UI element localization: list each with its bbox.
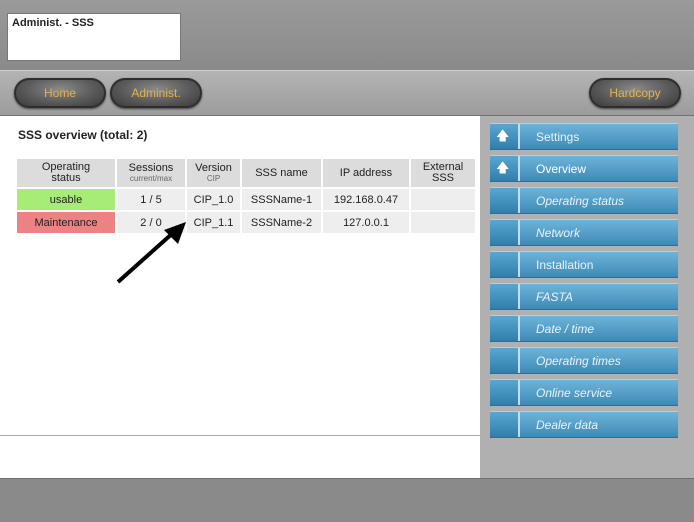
sss-overview-table: Operating status Sessions current/max Ve… [15,157,477,235]
col-ip-address: IP address [321,157,411,189]
menu-item-marker [490,380,520,405]
menu-item-overview[interactable]: 🡅 Overview [490,155,678,182]
page-title: SSS overview (total: 2) [18,128,148,142]
status-cell: Maintenance [15,210,117,235]
arrow-up-icon: 🡅 [490,124,520,149]
sessions-cell: 1 / 5 [115,187,187,212]
home-button[interactable]: Home [14,78,106,108]
menu-item-installation[interactable]: Installation [490,251,678,278]
external-sss-cell [409,210,477,235]
version-cell: CIP_1.1 [185,210,242,235]
ip-address-cell: 192.168.0.47 [321,187,411,212]
menu-item-fasta[interactable]: FASTA [490,283,678,310]
sss-name-cell: SSSName-2 [240,210,323,235]
menu-item-marker [490,412,520,437]
status-cell: usable [15,187,117,212]
menu-item-marker [490,188,520,213]
col-operating-status: Operating status [15,157,117,189]
menu-item-operating-times[interactable]: Operating times [490,347,678,374]
ip-address-cell: 127.0.0.1 [321,210,411,235]
footer-bar [0,478,694,522]
menu-item-settings[interactable]: 🡅 Settings [490,123,678,150]
col-external-sss: External SSS [409,157,477,189]
callout-arrow-icon [116,222,186,284]
administ-button[interactable]: Administ. [110,78,202,108]
arrow-up-icon: 🡅 [490,156,520,181]
menu-item-marker [490,252,520,277]
table-row[interactable]: Maintenance 2 / 0 CIP_1.1 SSSName-2 127.… [15,210,477,235]
table-row[interactable]: usable 1 / 5 CIP_1.0 SSSName-1 192.168.0… [15,187,477,212]
sss-name-cell: SSSName-1 [240,187,323,212]
menu-item-dealer-data[interactable]: Dealer data [490,411,678,438]
menu-item-operating-status[interactable]: Operating status [490,187,678,214]
external-sss-cell [409,187,477,212]
col-sessions: Sessions current/max [115,157,187,189]
menu-item-marker [490,220,520,245]
status-area [0,435,480,478]
menu-item-marker [490,284,520,309]
version-cell: CIP_1.0 [185,187,242,212]
col-version: Version CIP [185,157,242,189]
hardcopy-button[interactable]: Hardcopy [589,78,681,108]
menu-item-marker [490,348,520,373]
menu-item-network[interactable]: Network [490,219,678,246]
col-sss-name: SSS name [240,157,323,189]
menu-item-marker [490,316,520,341]
table-header-row: Operating status Sessions current/max Ve… [15,157,477,189]
menu-item-online-service[interactable]: Online service [490,379,678,406]
window-title: Administ. - SSS [12,17,94,29]
menu-item-date-time[interactable]: Date / time [490,315,678,342]
